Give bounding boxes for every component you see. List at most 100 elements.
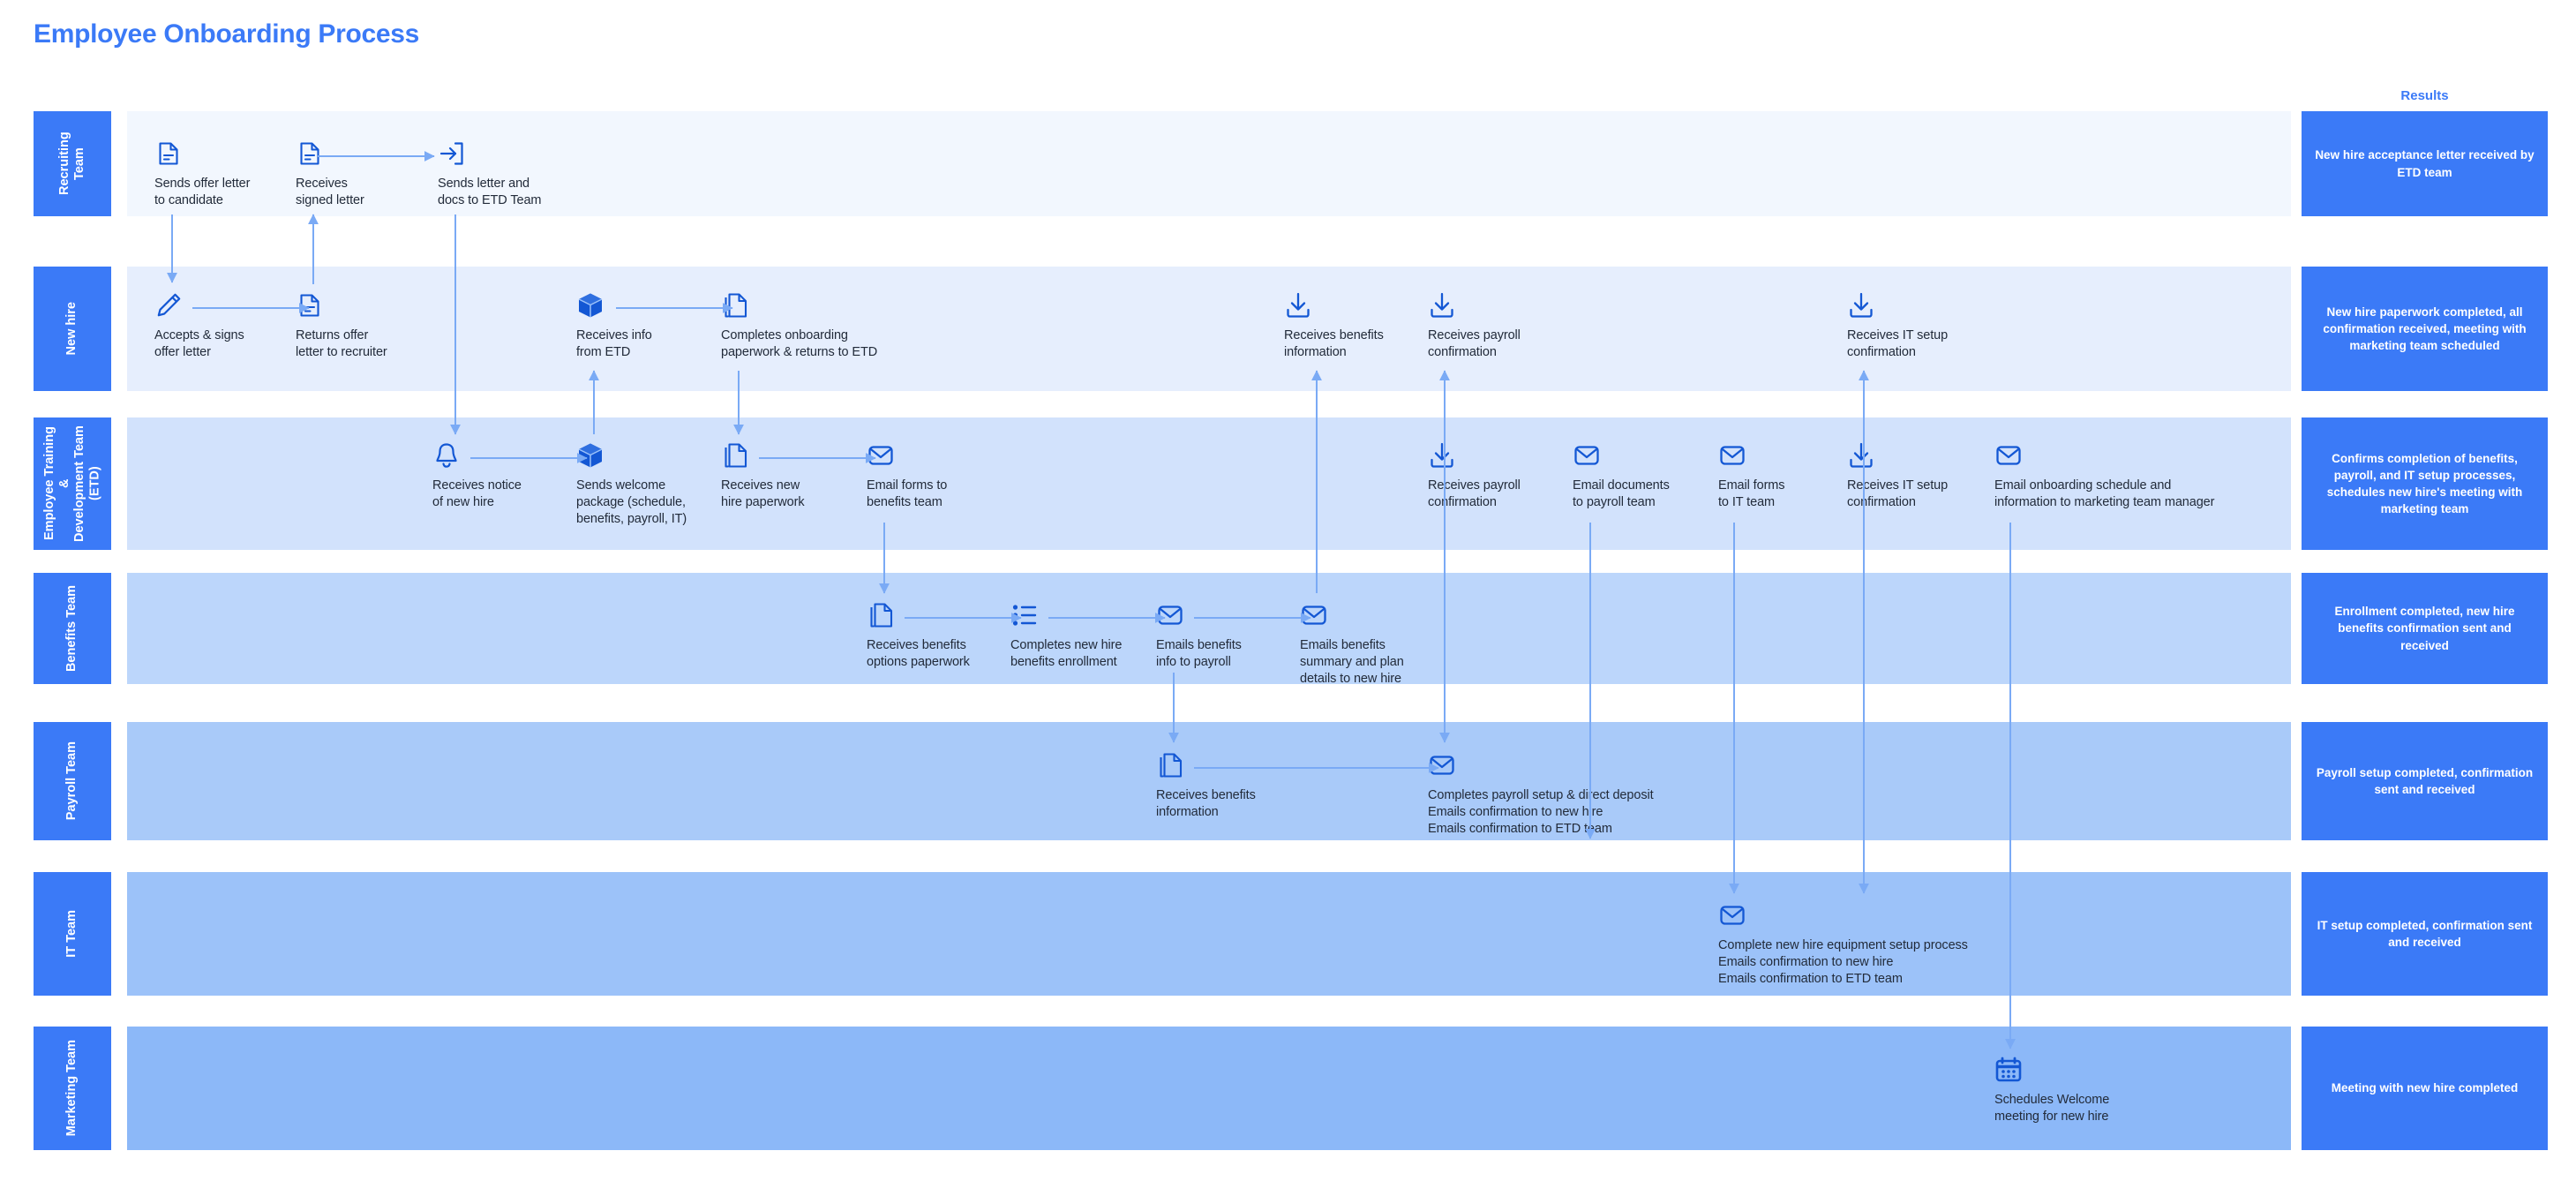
mail-icon <box>867 441 895 470</box>
lane-label-payroll: Payroll Team <box>34 722 111 840</box>
process-node-label: Emails benefits info to payroll <box>1156 638 1242 670</box>
document-icon <box>154 139 183 168</box>
calendar-icon <box>1994 1056 2023 1084</box>
process-node-label: Email documents to payroll team <box>1573 478 1670 510</box>
process-node-b2[interactable]: Completes new hire benefits enrollment <box>1010 601 1152 671</box>
process-node-n4[interactable]: Completes onboarding paperwork & returns… <box>721 291 906 361</box>
process-node-n7[interactable]: Receives IT setup confirmation <box>1847 291 1984 361</box>
result-box-marketing: Meeting with new hire completed <box>2302 1027 2548 1150</box>
process-node-e2[interactable]: Sends welcome package (schedule, benefit… <box>576 441 717 528</box>
download-icon <box>1284 291 1312 320</box>
process-node-label: Receives IT setup confirmation <box>1847 328 1949 360</box>
lane-label-text: Employee Training & Development Team (ET… <box>41 425 102 542</box>
lane-label-newhire: New hire <box>34 267 111 391</box>
document-icon <box>296 291 324 320</box>
process-node-e1[interactable]: Receives notice of new hire <box>432 441 556 511</box>
process-node-label: Schedules Welcome meeting for new hire <box>1994 1093 2110 1125</box>
result-box-benefits: Enrollment completed, new hire benefits … <box>2302 573 2548 684</box>
page-icon <box>867 601 895 629</box>
process-node-e3[interactable]: Receives new hire paperwork <box>721 441 845 511</box>
process-node-b3[interactable]: Emails benefits info to payroll <box>1156 601 1284 671</box>
mail-icon <box>1994 441 2023 470</box>
bell-icon <box>432 441 461 470</box>
lane-track-marketing <box>127 1027 2291 1150</box>
process-node-e5[interactable]: Receives payroll confirmation <box>1428 441 1560 511</box>
page-icon <box>721 441 749 470</box>
lane-label-marketing: Marketing Team <box>34 1027 111 1150</box>
process-node-label: Completes new hire benefits enrollment <box>1010 638 1123 670</box>
process-node-e8[interactable]: Receives IT setup confirmation <box>1847 441 1979 511</box>
process-node-e6[interactable]: Email documents to payroll team <box>1573 441 1705 511</box>
process-node-label: Returns offer letter to recruiter <box>296 328 387 360</box>
process-node-label: Accepts & signs offer letter <box>154 328 244 360</box>
process-node-i1[interactable]: Complete new hire equipment setup proces… <box>1718 901 2018 988</box>
process-node-n5[interactable]: Receives benefits information <box>1284 291 1416 361</box>
process-node-label: Email forms to IT team <box>1718 478 1785 510</box>
process-node-label: Receives payroll confirmation <box>1428 328 1521 360</box>
result-text: Confirms completion of benefits, payroll… <box>2326 451 2523 516</box>
cube-icon <box>576 441 605 470</box>
result-text: Meeting with new hire completed <box>2331 1081 2519 1095</box>
process-node-r2[interactable]: Receives signed letter <box>296 139 402 209</box>
process-node-label: Sends welcome package (schedule, benefit… <box>576 478 687 527</box>
download-icon <box>1847 441 1875 470</box>
result-text: IT setup completed, confirmation sent an… <box>2317 918 2533 949</box>
lane-label-text: Payroll Team <box>64 741 79 821</box>
process-node-p1[interactable]: Receives benefits information <box>1156 751 1293 821</box>
mail-icon <box>1156 601 1184 629</box>
process-node-e4[interactable]: Email forms to benefits team <box>867 441 990 511</box>
mail-icon <box>1718 901 1746 929</box>
process-node-e7[interactable]: Email forms to IT team <box>1718 441 1842 511</box>
result-text: Enrollment completed, new hire benefits … <box>2334 605 2515 652</box>
process-node-n6[interactable]: Receives payroll confirmation <box>1428 291 1560 361</box>
lane-label-recruiting: Recruiting Team <box>34 111 111 216</box>
process-node-label: Sends offer letter to candidate <box>154 177 251 208</box>
result-box-etd: Confirms completion of benefits, payroll… <box>2302 417 2548 550</box>
download-icon <box>1428 291 1456 320</box>
process-node-e9[interactable]: Email onboarding schedule and informatio… <box>1994 441 2286 511</box>
page-icon <box>1156 751 1184 779</box>
send-out-icon <box>438 139 466 168</box>
process-node-label: Email onboarding schedule and informatio… <box>1994 478 2215 510</box>
result-box-it: IT setup completed, confirmation sent an… <box>2302 872 2548 996</box>
process-node-label: Receives info from ETD <box>576 328 652 360</box>
page-icon <box>721 291 749 320</box>
cube-icon <box>576 291 605 320</box>
process-node-label: Emails benefits summary and plan details… <box>1300 638 1404 687</box>
process-node-r1[interactable]: Sends offer letter to candidate <box>154 139 287 209</box>
download-icon <box>1428 441 1456 470</box>
result-text: New hire acceptance letter received by E… <box>2315 148 2535 179</box>
process-node-label: Receives benefits options paperwork <box>867 638 970 670</box>
process-node-label: Receives IT setup confirmation <box>1847 478 1949 510</box>
process-node-label: Receives signed letter <box>296 177 364 208</box>
download-icon <box>1847 291 1875 320</box>
list-icon <box>1010 601 1039 629</box>
process-node-n3[interactable]: Receives info from ETD <box>576 291 691 361</box>
result-text: New hire paperwork completed, all confir… <box>2323 305 2527 353</box>
process-node-n1[interactable]: Accepts & signs offer letter <box>154 291 278 361</box>
mail-icon <box>1428 751 1456 779</box>
process-node-r3[interactable]: Sends letter and docs to ETD Team <box>438 139 570 209</box>
lane-label-benefits: Benefits Team <box>34 573 111 684</box>
process-node-label: Completes onboarding paperwork & returns… <box>721 328 878 360</box>
process-node-label: Receives payroll confirmation <box>1428 478 1521 510</box>
process-node-label: Receives new hire paperwork <box>721 478 805 510</box>
process-node-b1[interactable]: Receives benefits options paperwork <box>867 601 1003 671</box>
mail-icon <box>1718 441 1746 470</box>
process-node-label: Completes payroll setup & direct deposit… <box>1428 788 1654 837</box>
process-node-p2[interactable]: Completes payroll setup & direct deposit… <box>1428 751 1719 838</box>
mail-icon <box>1573 441 1601 470</box>
process-node-label: Receives benefits information <box>1284 328 1384 360</box>
lane-label-text: Recruiting Team <box>56 132 86 196</box>
result-text: Payroll setup completed, confirmation se… <box>2316 765 2534 796</box>
process-node-m1[interactable]: Schedules Welcome meeting for new hire <box>1994 1056 2144 1125</box>
process-node-label: Email forms to benefits team <box>867 478 948 510</box>
process-node-label: Complete new hire equipment setup proces… <box>1718 938 1968 987</box>
process-node-b4[interactable]: Emails benefits summary and plan details… <box>1300 601 1437 688</box>
process-node-label: Receives benefits information <box>1156 788 1256 820</box>
lane-label-text: Marketing Team <box>64 1040 79 1137</box>
process-node-n2[interactable]: Returns offer letter to recruiter <box>296 291 428 361</box>
lane-label-it: IT Team <box>34 872 111 996</box>
swimlane-board: Recruiting Team New hire acceptance lette… <box>0 0 2576 1196</box>
lane-label-text: Benefits Team <box>64 584 79 673</box>
